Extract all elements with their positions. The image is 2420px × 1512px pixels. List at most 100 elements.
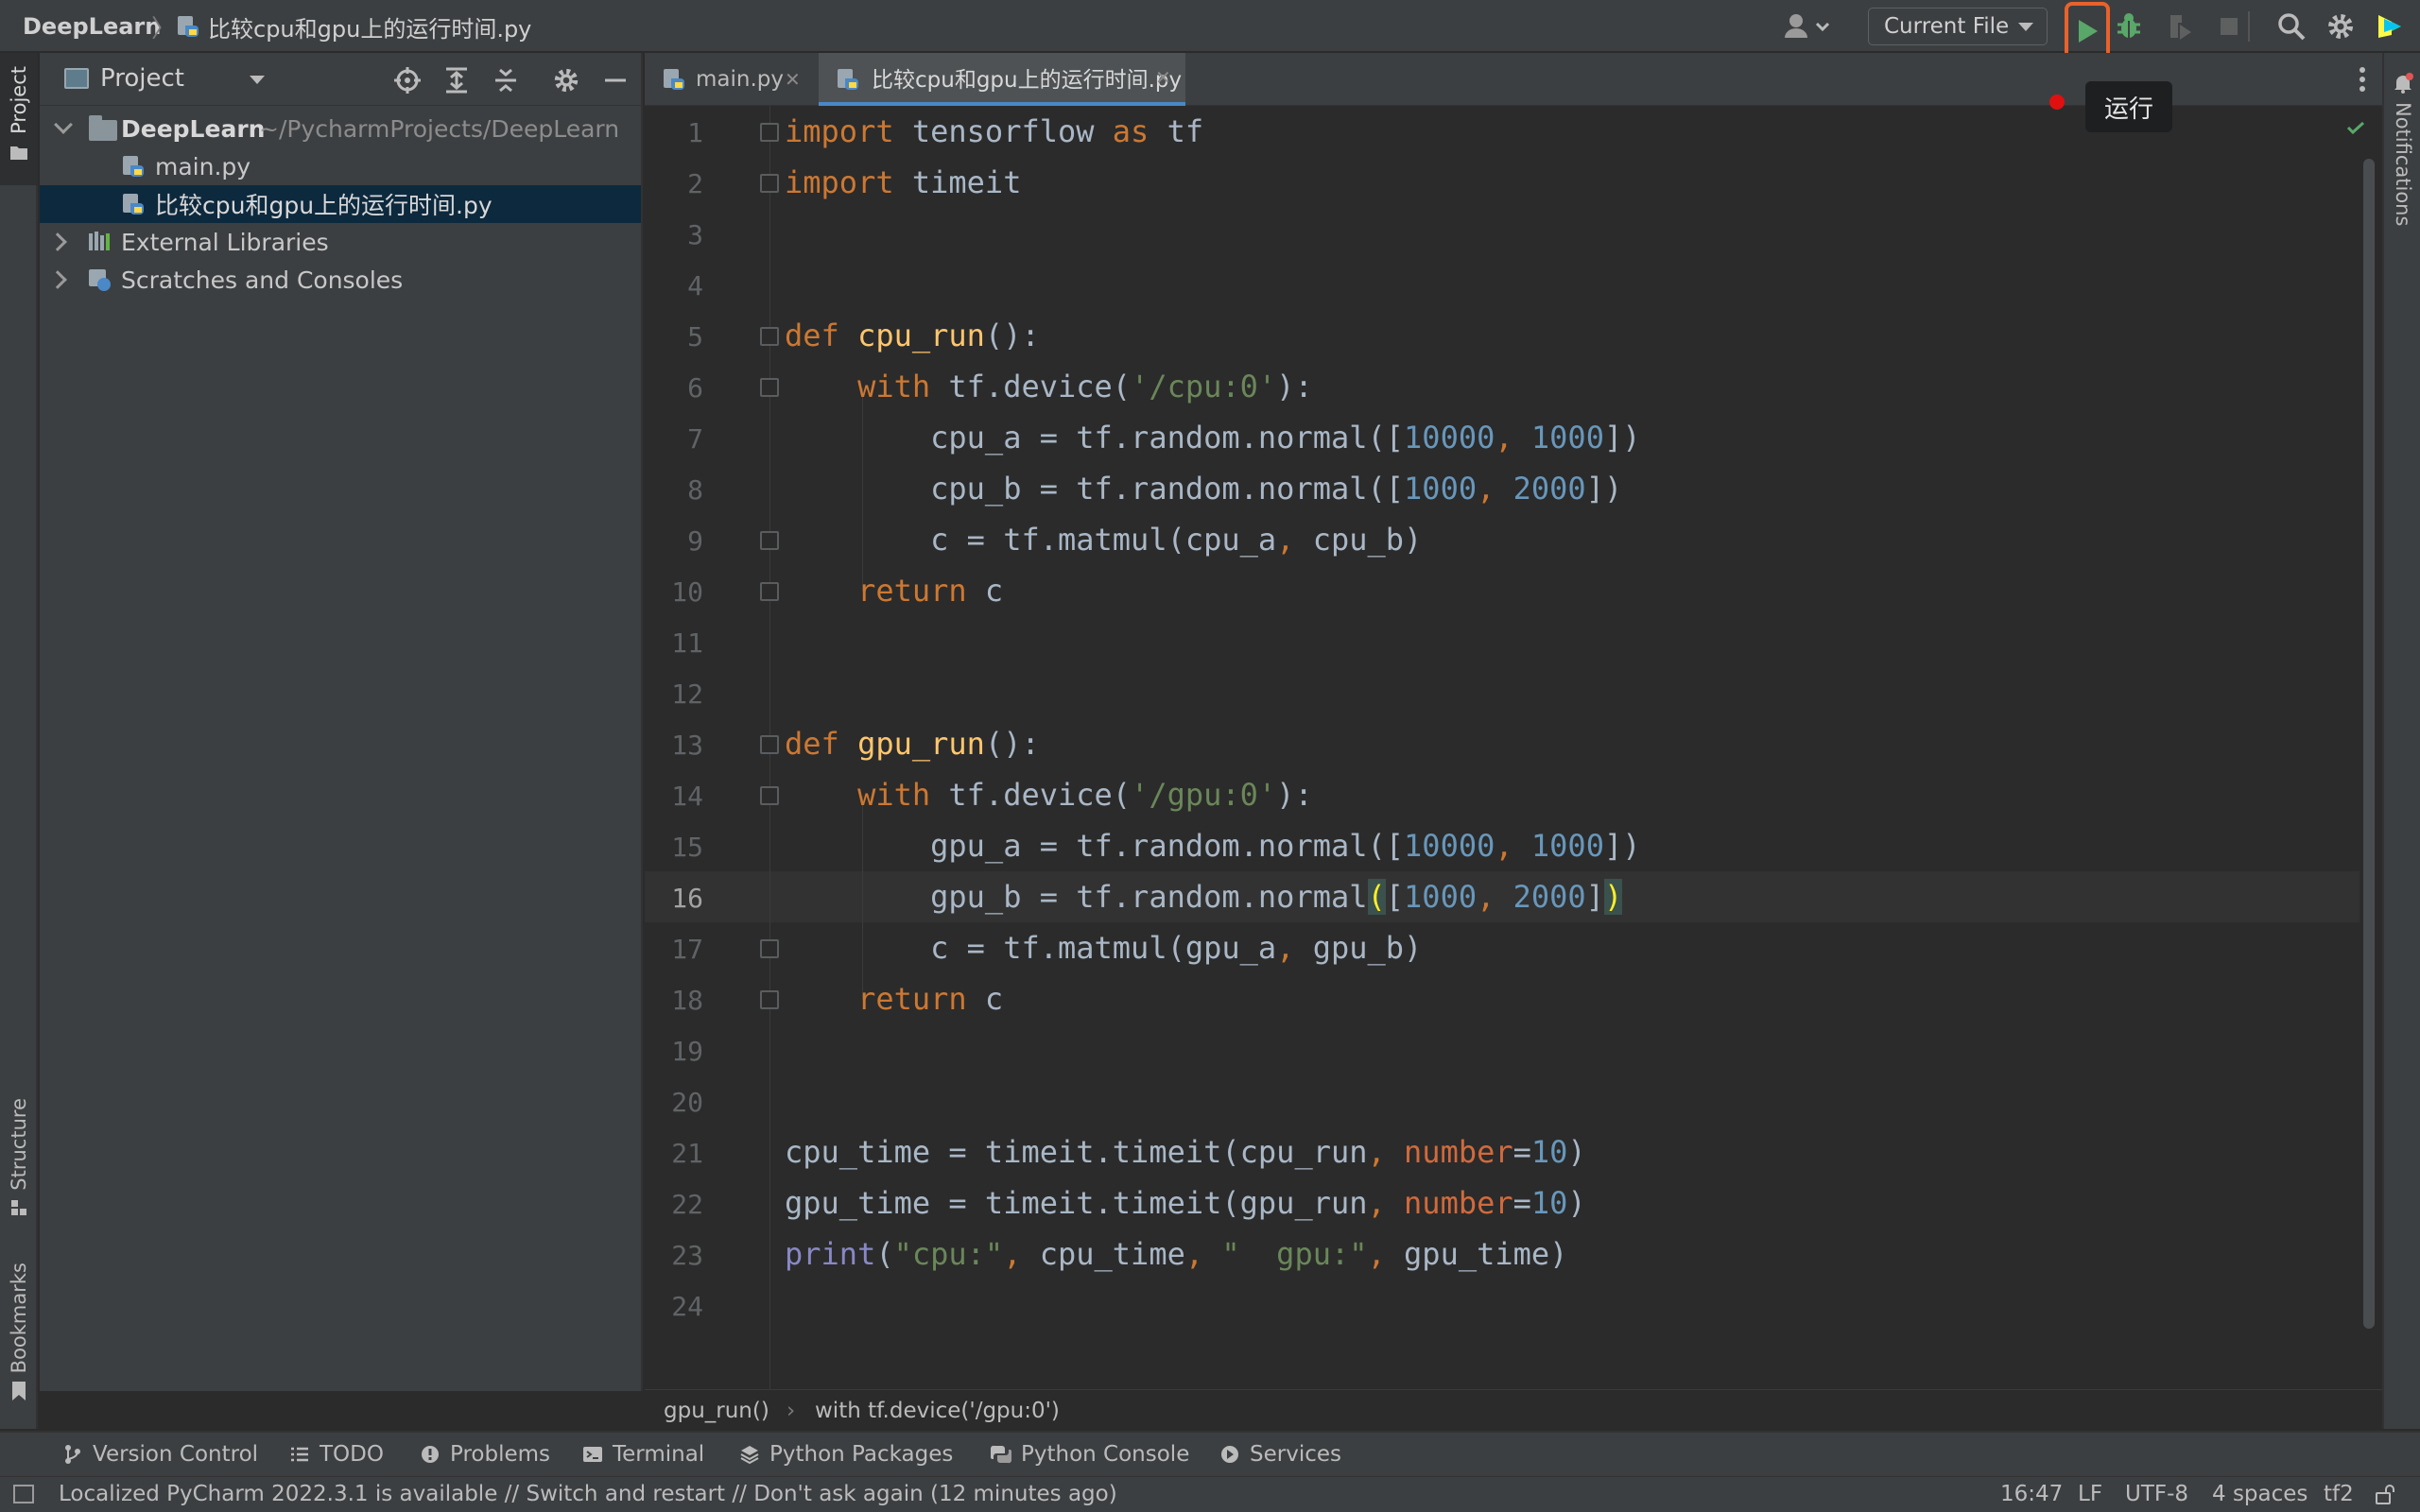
expand-all-icon[interactable] <box>442 66 471 94</box>
tree-item-label: Scratches and Consoles <box>121 266 404 294</box>
hide-panel-icon[interactable] <box>601 66 630 94</box>
code-editor[interactable]: 1 2 3 4 5 6 7 8 9 10 11 12 13 14 15 16 1… <box>645 106 2382 1389</box>
line-separator[interactable]: LF <box>2078 1482 2102 1506</box>
line-number: 14 <box>671 781 703 812</box>
code-line-5: def cpu_run(): <box>785 318 1040 353</box>
info-icon <box>422 1446 439 1463</box>
fold-marker-icon[interactable] <box>760 174 779 193</box>
code-line-13: def gpu_run(): <box>785 726 1040 762</box>
chevron-down-icon[interactable] <box>54 115 73 134</box>
tree-item-scratches[interactable]: Scratches and Consoles <box>40 261 641 299</box>
project-view-icon <box>64 68 89 89</box>
todo-button[interactable]: TODO <box>289 1433 384 1476</box>
unlock-icon[interactable] <box>2375 1483 2395 1505</box>
caret-position[interactable]: 16:47 <box>2000 1482 2063 1506</box>
tool-label: Terminal <box>613 1442 705 1467</box>
python-file-icon <box>664 69 684 90</box>
jetbrains-toolbox-icon[interactable] <box>2375 11 2405 42</box>
breadcrumb-separator: 〉 <box>151 14 177 43</box>
line-number: 13 <box>671 730 703 761</box>
line-number: 20 <box>671 1087 703 1118</box>
chevron-right-icon[interactable] <box>48 270 67 289</box>
terminal-button[interactable]: Terminal <box>582 1433 704 1476</box>
fold-marker-icon[interactable] <box>760 582 779 601</box>
stop-icon[interactable] <box>2214 11 2244 42</box>
toggle-tool-windows-icon[interactable] <box>13 1485 34 1503</box>
vertical-scrollbar[interactable] <box>2363 159 2375 1329</box>
fold-marker-icon[interactable] <box>760 786 779 805</box>
close-icon[interactable]: ✕ <box>785 68 801 91</box>
problems-button[interactable]: Problems <box>420 1433 550 1476</box>
services-button[interactable]: Services <box>1219 1433 1341 1476</box>
chevron-right-icon[interactable] <box>48 232 67 251</box>
project-tool-tab[interactable]: Project <box>0 53 38 185</box>
project-name-breadcrumb[interactable]: DeepLearn <box>23 0 161 53</box>
line-number: 10 <box>671 576 703 608</box>
project-panel-title[interactable]: Project <box>100 64 184 93</box>
tree-item-external-libraries[interactable]: External Libraries <box>40 223 641 261</box>
tool-label: Services <box>1250 1442 1341 1467</box>
fold-marker-icon[interactable] <box>760 531 779 550</box>
fold-marker-icon[interactable] <box>760 123 779 142</box>
python-file-icon <box>838 69 858 90</box>
python-console-button[interactable]: Python Console <box>991 1433 1189 1476</box>
chevron-down-icon[interactable] <box>250 76 265 84</box>
tree-item-compare-py[interactable]: 比较cpu和gpu上的运行时间.py <box>40 185 641 223</box>
breadcrumb-block[interactable]: with tf.device('/gpu:0') <box>815 1399 1060 1423</box>
gear-icon[interactable] <box>2325 11 2356 42</box>
status-message[interactable]: Localized PyCharm 2022.3.1 is available … <box>59 1482 1117 1506</box>
run-tooltip: 运行 <box>2085 81 2173 132</box>
file-name-breadcrumb[interactable]: 比较cpu和gpu上的运行时间.py <box>208 0 531 53</box>
tool-label: Version Control <box>93 1442 259 1467</box>
checkmark-icon[interactable] <box>2346 121 2365 134</box>
tab-main-py[interactable]: main.py ✕ <box>645 53 813 106</box>
chevron-down-icon <box>2018 23 2033 31</box>
collapse-all-icon[interactable] <box>492 66 520 94</box>
tree-item-label: 比较cpu和gpu上的运行时间.py <box>155 192 493 219</box>
fold-marker-icon[interactable] <box>760 990 779 1009</box>
file-encoding[interactable]: UTF-8 <box>2125 1482 2188 1506</box>
terminal-icon <box>583 1447 602 1462</box>
line-number: 2 <box>687 168 703 199</box>
account-icon[interactable] <box>1783 11 1836 42</box>
close-icon[interactable]: ✕ <box>1155 66 1171 89</box>
indent-setting[interactable]: 4 spaces <box>2212 1482 2308 1506</box>
breadcrumb-separator: › <box>786 1398 796 1423</box>
python-packages-button[interactable]: Python Packages <box>739 1433 953 1476</box>
more-vertical-icon[interactable] <box>2360 66 2365 93</box>
fold-marker-icon[interactable] <box>760 735 779 754</box>
run-with-coverage-icon[interactable] <box>2165 11 2195 42</box>
locate-file-icon[interactable] <box>393 66 422 94</box>
run-configuration-dropdown[interactable]: Current File <box>1868 8 2048 45</box>
search-icon[interactable] <box>2276 11 2307 42</box>
fold-marker-icon[interactable] <box>760 378 779 397</box>
python-interpreter[interactable]: tf2 <box>2324 1482 2354 1506</box>
fold-marker-icon[interactable] <box>760 327 779 346</box>
bookmarks-tool-tab[interactable]: Bookmarks <box>0 1263 38 1401</box>
tab-compare-py[interactable]: 比较cpu和gpu上的运行时间.py ✕ <box>819 53 1185 106</box>
tree-item-deeplearn[interactable]: DeepLearn ~/PycharmProjects/DeepLearn <box>40 110 641 147</box>
fold-marker-icon[interactable] <box>760 939 779 958</box>
notifications-tool-tab[interactable]: Notifications <box>2384 72 2420 226</box>
folder-icon <box>10 146 27 160</box>
structure-tool-tab[interactable]: Structure <box>0 1098 38 1217</box>
tool-window-bar: Version Control TODO Problems Terminal P… <box>0 1431 2420 1476</box>
code-line-16: gpu_b = tf.random.normal([1000, 2000]) <box>930 879 1623 915</box>
debug-bug-icon[interactable] <box>2114 11 2144 42</box>
gear-icon[interactable] <box>552 66 580 94</box>
python-file-icon <box>123 156 144 177</box>
line-number: 4 <box>687 270 703 301</box>
breadcrumb-function[interactable]: gpu_run() <box>664 1399 769 1423</box>
line-number: 18 <box>671 985 703 1016</box>
title-bar: DeepLearn 〉 比较cpu和gpu上的运行时间.py Current F… <box>0 0 2420 64</box>
editor-gutter[interactable]: 1 2 3 4 5 6 7 8 9 10 11 12 13 14 15 16 1… <box>645 106 769 1389</box>
line-number: 1 <box>687 117 703 148</box>
line-number: 16 <box>671 883 703 914</box>
code-line-8: cpu_b = tf.random.normal([1000, 2000]) <box>930 471 1623 507</box>
tree-item-main-py[interactable]: main.py <box>40 147 641 185</box>
tab-label: main.py <box>696 67 784 92</box>
line-number: 3 <box>687 219 703 250</box>
code-line-22: gpu_time = timeit.timeit(gpu_run, number… <box>785 1185 1586 1221</box>
version-control-button[interactable]: Version Control <box>62 1433 258 1476</box>
tool-label: Problems <box>450 1442 551 1467</box>
